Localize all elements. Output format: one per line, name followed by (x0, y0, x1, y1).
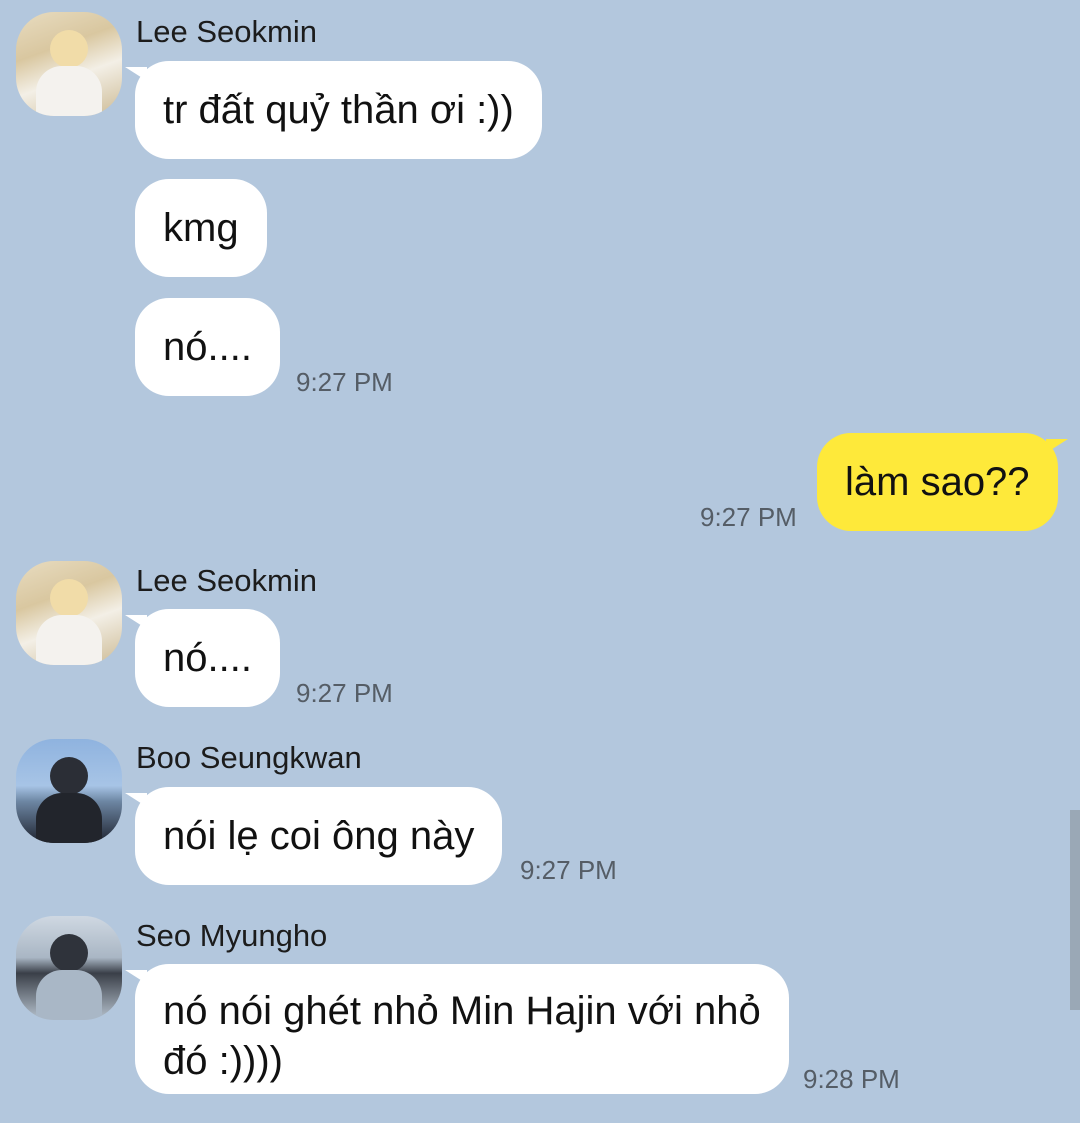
message-timestamp: 9:27 PM (700, 502, 797, 532)
sender-name: Boo Seungkwan (136, 740, 362, 775)
sender-name: Seo Myungho (136, 918, 328, 953)
message-bubble[interactable]: tr đất quỷ thần ơi :)) (125, 61, 542, 159)
message-bubble[interactable]: kmg (135, 179, 267, 277)
avatar-lee-seokmin[interactable] (16, 561, 122, 665)
sender-name: Lee Seokmin (136, 14, 317, 49)
avatar-face (50, 30, 88, 68)
avatar-face (50, 934, 88, 972)
avatar-boo-seungkwan[interactable] (16, 739, 122, 843)
avatar-face (50, 757, 88, 795)
message-bubble[interactable]: nó.... (125, 609, 280, 707)
avatar-body (36, 66, 102, 116)
message-bubble[interactable]: nó.... (135, 298, 280, 396)
avatar-seo-myungho[interactable] (16, 916, 122, 1020)
message-timestamp: 9:27 PM (296, 367, 393, 397)
avatar-body (36, 970, 102, 1020)
message-timestamp: 9:28 PM (803, 1064, 900, 1094)
avatar-body (36, 615, 102, 665)
sender-name: Lee Seokmin (136, 563, 317, 598)
scrollbar[interactable] (1070, 810, 1080, 1010)
avatar-face (50, 579, 88, 617)
message-timestamp: 9:27 PM (520, 855, 617, 885)
message-timestamp: 9:27 PM (296, 678, 393, 708)
message-bubble-outgoing[interactable]: làm sao?? (817, 433, 1068, 531)
avatar-body (36, 793, 102, 843)
message-bubble[interactable]: nó nói ghét nhỏ Min Hajin với nhỏ đó :))… (125, 964, 789, 1094)
message-bubble[interactable]: nói lẹ coi ông này (124, 787, 503, 885)
avatar-lee-seokmin[interactable] (16, 12, 122, 116)
